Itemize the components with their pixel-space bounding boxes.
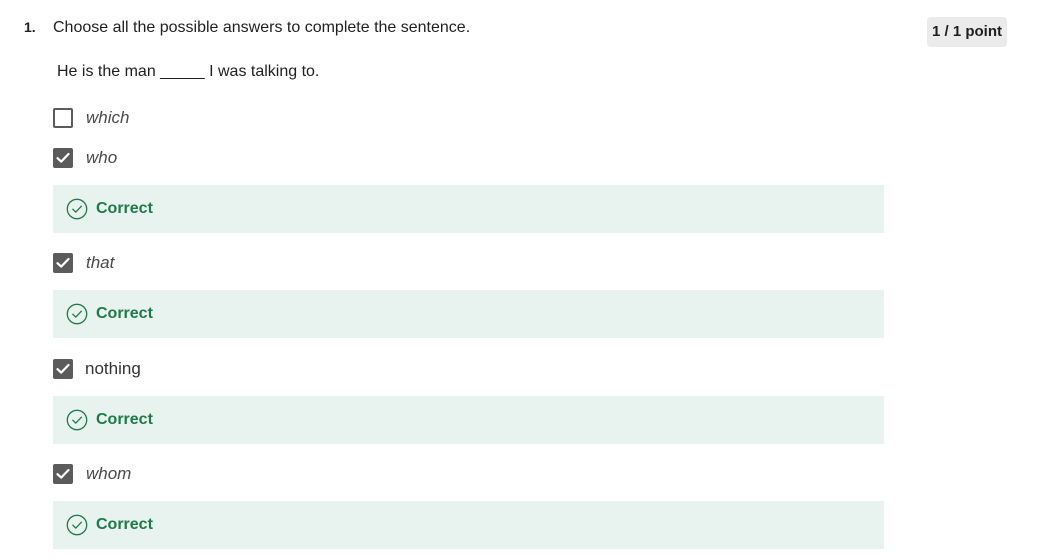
checkbox-checked[interactable] [53, 148, 73, 168]
option-label: who [86, 148, 118, 167]
feedback-correct: Correct [53, 185, 884, 233]
checkbox-unchecked[interactable] [53, 108, 73, 128]
points-badge: 1 / 1 point [927, 17, 1008, 47]
option-label: whom [86, 464, 132, 483]
check-circle-icon [66, 409, 88, 431]
checkmark-icon [56, 363, 70, 374]
option-label: nothing [85, 359, 141, 378]
feedback-correct: Correct [53, 396, 884, 444]
feedback-text: Correct [96, 516, 153, 533]
check-circle-icon [66, 303, 88, 325]
checkbox-checked[interactable] [53, 464, 73, 484]
checkbox-checked[interactable] [53, 359, 73, 379]
question-sentence: He is the man _____ I was talking to. [57, 63, 320, 80]
option-label: that [86, 253, 115, 272]
checkmark-icon [56, 152, 70, 163]
checkmark-icon [56, 468, 70, 479]
option-who[interactable]: who [53, 148, 117, 168]
checkmark-icon [56, 257, 70, 268]
option-that[interactable]: that [53, 253, 114, 273]
option-which[interactable]: which [53, 108, 129, 128]
check-circle-icon [66, 514, 88, 536]
feedback-correct: Correct [53, 290, 884, 338]
feedback-text: Correct [96, 411, 153, 428]
option-nothing[interactable]: nothing [53, 359, 141, 379]
question-prompt: Choose all the possible answers to compl… [53, 19, 471, 36]
feedback-text: Correct [96, 200, 153, 217]
question-number: 1. [24, 19, 36, 35]
option-whom[interactable]: whom [53, 464, 131, 484]
check-circle-icon [66, 198, 88, 220]
feedback-correct: Correct [53, 501, 884, 549]
checkbox-checked[interactable] [53, 253, 73, 273]
option-label: which [86, 108, 130, 127]
feedback-text: Correct [96, 305, 153, 322]
